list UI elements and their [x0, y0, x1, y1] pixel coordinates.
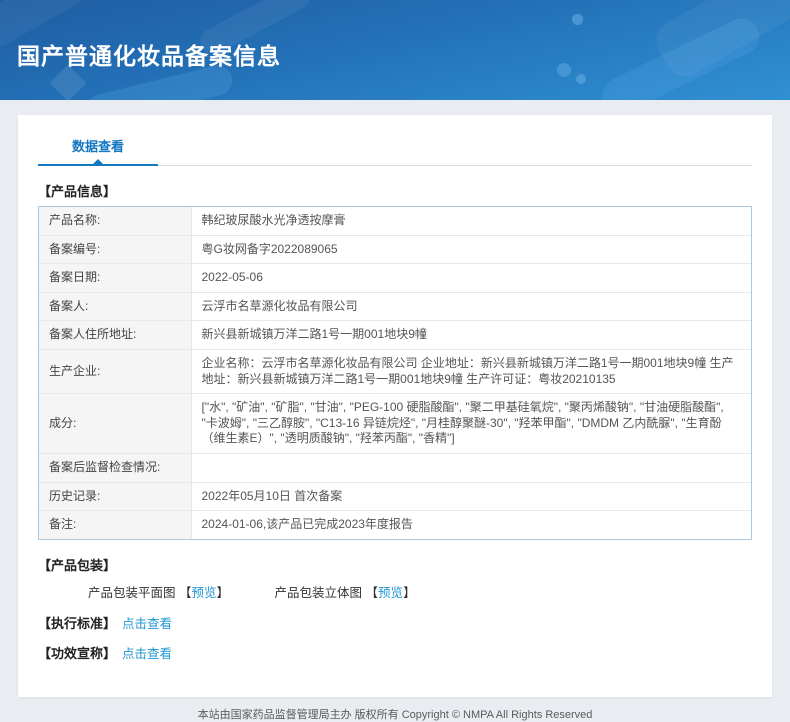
row-value: 新兴县新城镇万洋二路1号一期001地块9幢 [191, 320, 751, 350]
packaging-3d-label: 产品包装立体图 [274, 585, 363, 600]
table-row: 备案人住所地址: 新兴县新城镇万洋二路1号一期001地块9幢 [39, 320, 751, 350]
efficacy-section: 【功效宣称】 点击查看 [38, 643, 752, 662]
row-value: 2022-05-06 [191, 263, 751, 293]
packaging-3d-item: 产品包装立体图 【预览】 [275, 586, 416, 600]
row-label: 备案人住所地址: [39, 320, 192, 350]
product-info-table: 产品名称: 韩纪玻尿酸水光净透按摩膏 备案编号: 粤G妆网备字202208906… [38, 206, 752, 540]
table-row: 备案后监督检查情况: [39, 452, 751, 483]
row-label: 备注: [39, 510, 192, 539]
bracket-open: 【 [365, 585, 379, 600]
packaging-flat-label: 产品包装平面图 [88, 585, 176, 600]
page-header: 国产普通化妆品备案信息 [0, 0, 790, 100]
table-row: 备案日期: 2022-05-06 [39, 263, 751, 293]
bracket-close: 】 [216, 585, 230, 600]
row-value: 企业名称：云浮市名草源化妆品有限公司 企业地址：新兴县新城镇万洋二路1号一期00… [191, 348, 751, 394]
table-row: 生产企业: 企业名称：云浮市名草源化妆品有限公司 企业地址：新兴县新城镇万洋二路… [39, 348, 751, 394]
packaging-flat-item: 产品包装平面图 【预览】 [88, 586, 233, 600]
table-row: 历史记录: 2022年05月10日 首次备案 [39, 481, 751, 511]
packaging-3d-preview-link[interactable]: 预览 [378, 586, 403, 600]
table-row: 备注: 2024-01-06,该产品已完成2023年度报告 [39, 510, 751, 539]
row-label: 备案人: [39, 291, 192, 321]
bracket-close: 】 [403, 585, 416, 600]
row-value: 云浮市名草源化妆品有限公司 [191, 291, 751, 321]
efficacy-view-link[interactable]: 点击查看 [122, 647, 172, 661]
packaging-flat-preview-link[interactable]: 预览 [192, 586, 217, 600]
row-label: 备案日期: [39, 263, 192, 293]
row-label: 生产企业: [39, 348, 192, 394]
row-value: 粤G妆网备字2022089065 [191, 234, 751, 264]
row-label: 历史记录: [39, 481, 192, 511]
tab-data-view[interactable]: 数据查看 [38, 136, 158, 166]
row-label: 备案后监督检查情况: [39, 452, 192, 483]
page-title: 国产普通化妆品备案信息 [17, 43, 281, 69]
row-value: 韩纪玻尿酸水光净透按摩膏 [191, 207, 751, 236]
packaging-links-row: 产品包装平面图 【预览】 产品包装立体图 【预览】 [88, 582, 752, 601]
row-label: 产品名称: [39, 207, 192, 236]
product-info-section-title: 【产品信息】 [38, 184, 117, 199]
standard-view-link[interactable]: 点击查看 [122, 617, 172, 631]
row-value [191, 452, 751, 483]
decor-circle [576, 74, 586, 84]
content-card: 数据查看 【产品信息】 产品名称: 韩纪玻尿酸水光净透按摩膏 备案编号: 粤G妆… [18, 115, 772, 697]
row-label: 备案编号: [39, 234, 192, 264]
row-value: 2022年05月10日 首次备案 [191, 481, 751, 511]
table-row: 成分: ["水", "矿油", "矿脂", "甘油", "PEG-100 硬脂酸… [39, 393, 751, 454]
bracket-open: 【 [179, 585, 192, 600]
standard-section-title: 【执行标准】 [38, 615, 117, 631]
efficacy-section-title: 【功效宣称】 [38, 645, 117, 661]
table-row: 备案人: 云浮市名草源化妆品有限公司 [39, 291, 751, 321]
packaging-section-title: 【产品包装】 [38, 557, 117, 573]
row-value: ["水", "矿油", "矿脂", "甘油", "PEG-100 硬脂酸酯", … [191, 393, 751, 454]
table-row: 备案编号: 粤G妆网备字2022089065 [39, 234, 751, 264]
standard-section: 【执行标准】 点击查看 [38, 613, 752, 632]
row-label: 成分: [39, 393, 192, 454]
page-footer: 本站由国家药品监督管理局主办 版权所有 Copyright © NMPA All… [197, 708, 593, 721]
table-row: 产品名称: 韩纪玻尿酸水光净透按摩膏 [39, 207, 751, 236]
tab-bar: 数据查看 [38, 115, 752, 166]
row-value: 2024-01-06,该产品已完成2023年度报告 [191, 510, 751, 539]
